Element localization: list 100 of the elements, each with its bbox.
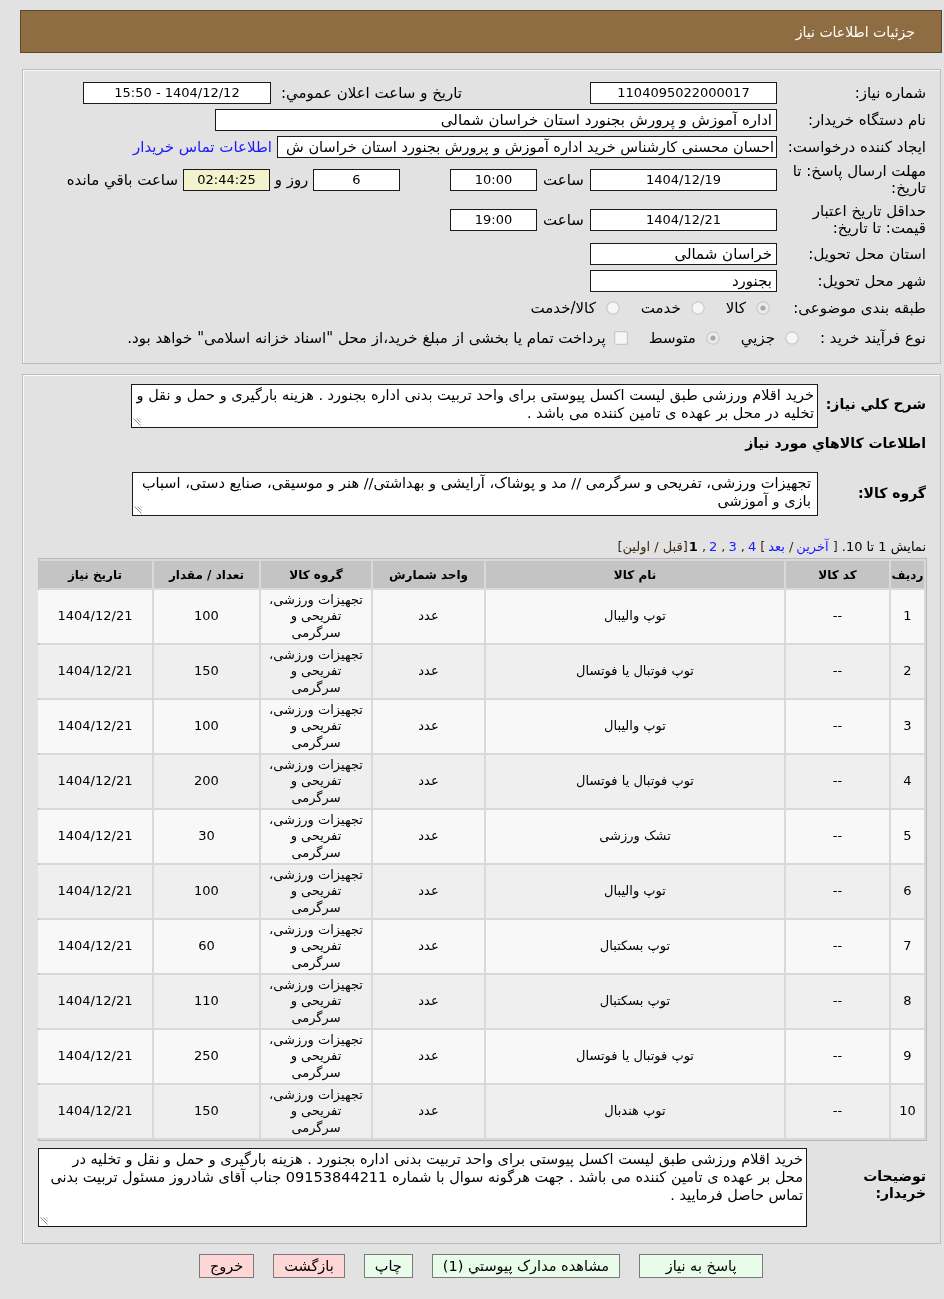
radio-label: کالا/خدمت	[530, 299, 596, 317]
table-cell: --	[786, 590, 889, 643]
buyer-contact-link[interactable]: اطلاعات تماس خریدار	[133, 138, 272, 156]
goods-group-field[interactable]: تجهیزات ورزشی، تفریحی و سرگرمی // مد و پوشاک، آرایشی و بهداشتی// هنر و موسیقی، صنایع دستی، اسباب بازی و آموزشی	[132, 472, 818, 516]
requester-field[interactable]: احسان محسنی کارشناس خرید اداره آموزش و پرورش بجنورد استان خراسان ش	[277, 136, 777, 158]
section-heading: اطلاعات کالاهاي مورد نیاز	[743, 434, 926, 452]
table-cell: تجهیزات ورزشی، تفریحی و سرگرمی	[261, 810, 371, 863]
table-cell: 1404/12/21	[38, 755, 152, 808]
radio-label: خدمت	[640, 299, 681, 317]
need-number-field[interactable]: 1104095022000017	[590, 82, 777, 104]
table-cell: عدد	[373, 1085, 484, 1138]
radio-label: متوسط	[648, 329, 696, 347]
table-header-cell: نام کالا	[486, 561, 784, 588]
radio-button[interactable]	[705, 331, 720, 345]
table-cell: 4	[891, 755, 924, 808]
pager-text: ,	[740, 538, 745, 555]
page-link[interactable]: 2	[709, 538, 718, 555]
radio-label: کالا	[725, 299, 746, 317]
table-cell: 8	[891, 975, 924, 1028]
field-label: شرح کلي نیاز:	[825, 396, 926, 412]
deadline-date-field[interactable]: 1404/12/19	[590, 169, 777, 191]
resize-grip-icon[interactable]	[40, 1217, 48, 1225]
pager-text: ,	[701, 538, 707, 555]
table-cell: توپ فوتبال یا فوتسال	[486, 1030, 784, 1083]
table-cell: توپ هندبال	[486, 1085, 784, 1138]
table-cell: 1404/12/21	[38, 865, 152, 918]
table-cell: 9	[891, 1030, 924, 1083]
days-field[interactable]: 6	[313, 169, 400, 191]
table-cell: 5	[891, 810, 924, 863]
table-cell: 30	[154, 810, 259, 863]
table-cell: --	[786, 865, 889, 918]
table-cell: تجهیزات ورزشی، تفریحی و سرگرمی	[261, 920, 371, 973]
field-label: استان محل تحویل:	[807, 245, 926, 263]
table-cell: توپ بسکتبال	[486, 920, 784, 973]
table-cell: 150	[154, 645, 259, 698]
action-button[interactable]: بازگشت	[273, 1254, 345, 1278]
resize-grip-icon[interactable]	[133, 418, 141, 426]
table-cell: توپ والیبال	[486, 590, 784, 643]
pager-text: ,	[721, 538, 726, 555]
radio-button[interactable]	[785, 331, 799, 345]
table-cell: عدد	[373, 865, 484, 918]
table-cell: عدد	[373, 755, 484, 808]
resize-grip-icon[interactable]	[134, 506, 142, 514]
pager-text: [قبل / اولین]	[617, 538, 688, 555]
action-button[interactable]: چاپ	[363, 1254, 413, 1278]
announcement-date-field[interactable]: 1404/12/12 - 15:50	[82, 82, 271, 104]
table-cell: توپ والیبال	[486, 700, 784, 753]
pager-text: [	[832, 538, 838, 555]
table-cell: تجهیزات ورزشی، تفریحی و سرگرمی	[261, 755, 371, 808]
table-cell: عدد	[373, 920, 484, 973]
page-title: جزئیات اطلاعات نیاز	[795, 23, 915, 40]
action-button[interactable]: مشاهده مدارک پیوستي (1)	[431, 1254, 621, 1278]
city-field[interactable]: بجنورد	[590, 270, 777, 292]
table-cell: 200	[154, 755, 259, 808]
table-header-cell: کد کالا	[786, 561, 889, 588]
validity-time-field[interactable]: 19:00	[450, 209, 537, 231]
table-cell: عدد	[373, 700, 484, 753]
field-label: ساعت	[542, 211, 585, 229]
table-cell: 100	[154, 700, 259, 753]
description-field[interactable]: خرید اقلام ورزشی طبق لیست اکسل پیوستی برای واحد تربیت بدنی اداره بجنورد . هزینه بارگیری و حمل و نقل و تخلیه در محل بر عهده ی تامین کننده می باشد .	[131, 384, 818, 428]
page-link[interactable]: 4	[747, 538, 757, 555]
table-cell: عدد	[373, 1030, 484, 1083]
page-link[interactable]: بعد	[768, 538, 785, 555]
field-label: طبقه بندی موضوعی:	[792, 299, 926, 317]
field-label: ساعت	[542, 171, 585, 189]
table-cell: عدد	[373, 810, 484, 863]
field-label: شهر محل تحویل:	[816, 272, 926, 290]
field-label: تاریخ و ساعت اعلان عمومي:	[280, 84, 462, 102]
radio-button[interactable]	[605, 301, 620, 315]
checkbox[interactable]	[613, 331, 628, 345]
table-header-cell: تاریخ نیاز	[38, 561, 152, 588]
action-button[interactable]: خروج	[198, 1254, 255, 1278]
table-cell: 7	[891, 920, 924, 973]
buyer-notes-field[interactable]: خرید اقلام ورزشی طبق لیست اکسل پیوستی برای واحد تربیت بدنی اداره بجنورد . هزینه بارگیری و حمل و نقل و تخلیه در محل بر عهده ی تامین کننده می باشد . جهت هرگونه سوال با شماره 09153844211 جناب آقای شادروز مسئول تربیت بدنی تماس حاصل فرمایید .	[38, 1148, 807, 1227]
radio-button[interactable]	[756, 301, 770, 315]
table-cell: --	[786, 1085, 889, 1138]
table-cell: توپ والیبال	[486, 865, 784, 918]
table-cell: --	[786, 810, 889, 863]
table-cell: توپ بسکتبال	[486, 975, 784, 1028]
field-label: مهلت ارسال پاسخ: تا تاریخ:	[791, 163, 926, 197]
table-cell: 1404/12/21	[38, 920, 152, 973]
page-link[interactable]: 3	[728, 538, 737, 555]
validity-date-field[interactable]: 1404/12/21	[590, 209, 777, 231]
table-cell: 60	[154, 920, 259, 973]
province-field[interactable]: خراسان شمالی	[590, 243, 777, 265]
buyer-organization-field[interactable]: اداره آموزش و پرورش بجنورد استان خراسان شمالی	[215, 109, 777, 131]
table-cell: --	[786, 700, 889, 753]
field-label: ساعت باقي مانده	[66, 171, 178, 189]
field-label: نام دستگاه خریدار:	[806, 111, 926, 129]
field-label: نوع فرآیند خرید :	[818, 329, 926, 347]
field-label: شماره نیاز:	[853, 84, 926, 102]
table-cell: 1404/12/21	[38, 645, 152, 698]
deadline-time-field[interactable]: 10:00	[450, 169, 537, 191]
action-button[interactable]: پاسخ به نیاز	[639, 1254, 764, 1278]
radio-button[interactable]	[690, 301, 705, 315]
table-cell: عدد	[373, 590, 484, 643]
page-link[interactable]: آخرین	[796, 538, 829, 555]
table-cell: 250	[154, 1030, 259, 1083]
field-label: روز و	[273, 171, 310, 189]
remaining-time-field[interactable]: 02:44:25	[183, 169, 270, 191]
